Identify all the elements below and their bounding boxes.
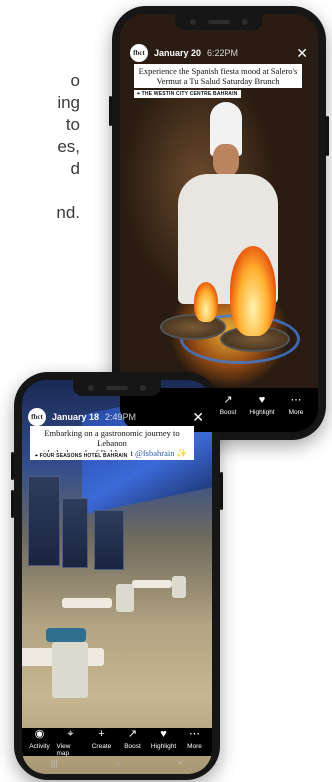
article-line: nd. bbox=[56, 203, 80, 222]
action-label: Boost bbox=[219, 409, 237, 416]
account-mention[interactable]: @fsbahrain bbox=[135, 448, 174, 458]
phone-frame-2: fbct January 18 2:49PM ✕ Embarking on a … bbox=[11, 372, 223, 780]
boost-icon: ↗ bbox=[223, 394, 233, 406]
story-date: January 18 bbox=[52, 412, 100, 422]
chair bbox=[116, 584, 134, 612]
side-button bbox=[11, 452, 14, 480]
account-avatar[interactable]: fbct bbox=[130, 44, 148, 62]
action-label: Highlight bbox=[249, 409, 275, 416]
story-date: January 20 bbox=[154, 48, 202, 58]
chair bbox=[52, 642, 88, 698]
city-building bbox=[28, 476, 60, 566]
page: o ing to es, d nd. fbct January 20 6:22P… bbox=[0, 0, 332, 782]
boost-icon: ↗ bbox=[127, 728, 138, 740]
action-label: Boost bbox=[124, 743, 141, 750]
pan bbox=[160, 314, 226, 340]
action-label: Highlight bbox=[150, 743, 177, 750]
side-button bbox=[109, 96, 112, 126]
flame bbox=[230, 246, 276, 336]
caption-line: Embarking on a gastronomic journey to Le… bbox=[44, 428, 180, 448]
side-button bbox=[326, 116, 329, 156]
dining-table bbox=[62, 598, 112, 608]
story-screen-1: fbct January 20 6:22PM ✕ Experience the … bbox=[120, 14, 318, 432]
story-caption: Experience the Spanish fiesta mood at Sa… bbox=[134, 64, 302, 88]
close-icon[interactable]: ✕ bbox=[296, 46, 308, 60]
more-icon: ⋯ bbox=[189, 728, 200, 740]
more-icon: ⋯ bbox=[290, 394, 302, 406]
phone-notch bbox=[175, 14, 263, 30]
android-nav-bar: ||| ○ < bbox=[22, 758, 212, 768]
article-line: es, bbox=[57, 137, 80, 156]
more-button[interactable]: ⋯ More bbox=[282, 394, 310, 416]
side-button bbox=[11, 490, 14, 518]
more-button[interactable]: ⋯ More bbox=[181, 728, 209, 750]
highlight-button[interactable]: ♥ Highlight bbox=[248, 394, 276, 416]
highlight-button[interactable]: ♥ Highlight bbox=[150, 728, 178, 750]
activity-button[interactable]: ◉ Activity bbox=[26, 728, 54, 750]
article-text: o ing to es, d nd. bbox=[0, 70, 80, 224]
boost-button[interactable]: ↗ Boost bbox=[214, 394, 242, 416]
story-screen-2: fbct January 18 2:49PM ✕ Embarking on a … bbox=[22, 380, 212, 774]
article-line: to bbox=[65, 115, 80, 134]
recent-apps-button[interactable]: ||| bbox=[51, 758, 58, 768]
article-line bbox=[0, 180, 80, 202]
action-label: Activity bbox=[29, 743, 50, 750]
home-button[interactable]: ○ bbox=[115, 758, 120, 768]
story-time: 2:49PM bbox=[105, 412, 137, 422]
article-line: d bbox=[70, 159, 80, 178]
city-building bbox=[62, 498, 88, 568]
story-action-bar: ◉ Activity ⌖ View map + Create ↗ Boost ♥ bbox=[22, 728, 212, 757]
city-building bbox=[94, 510, 124, 570]
back-button[interactable]: < bbox=[178, 758, 183, 768]
action-label: View map bbox=[56, 743, 71, 757]
activity-icon: ◉ bbox=[34, 728, 45, 740]
view-map-button[interactable]: ⌖ View map bbox=[57, 728, 85, 757]
action-label: More bbox=[187, 743, 202, 750]
action-label: More bbox=[288, 409, 304, 416]
location-sticker[interactable]: ⌖ THE WESTIN CITY CENTRE BAHRAIN bbox=[134, 90, 241, 98]
close-icon[interactable]: ✕ bbox=[192, 410, 204, 424]
action-label: Create bbox=[91, 743, 112, 750]
phone-notch bbox=[73, 380, 161, 396]
article-line: o bbox=[70, 71, 80, 90]
dining-table bbox=[132, 580, 172, 588]
chair bbox=[172, 576, 186, 598]
side-button bbox=[220, 472, 223, 510]
boost-button[interactable]: ↗ Boost bbox=[119, 728, 147, 750]
view-map-icon: ⌖ bbox=[67, 728, 74, 740]
location-sticker[interactable]: ⌖ FOUR SEASONS HOTEL BAHRAIN bbox=[32, 452, 131, 460]
highlight-icon: ♥ bbox=[258, 394, 266, 406]
create-button[interactable]: + Create bbox=[88, 728, 116, 750]
story-header: fbct January 18 2:49PM ✕ bbox=[28, 408, 204, 426]
article-line: ing bbox=[57, 93, 80, 112]
highlight-icon: ♥ bbox=[160, 728, 167, 740]
create-icon: + bbox=[98, 728, 105, 740]
flame bbox=[194, 282, 218, 322]
chair-cushion bbox=[46, 628, 86, 642]
sparkle-icon: ✨ bbox=[176, 448, 188, 458]
story-header: fbct January 20 6:22PM ✕ bbox=[130, 44, 308, 62]
account-avatar[interactable]: fbct bbox=[28, 408, 46, 426]
chef-face bbox=[213, 144, 239, 176]
story-time: 6:22PM bbox=[207, 48, 239, 58]
